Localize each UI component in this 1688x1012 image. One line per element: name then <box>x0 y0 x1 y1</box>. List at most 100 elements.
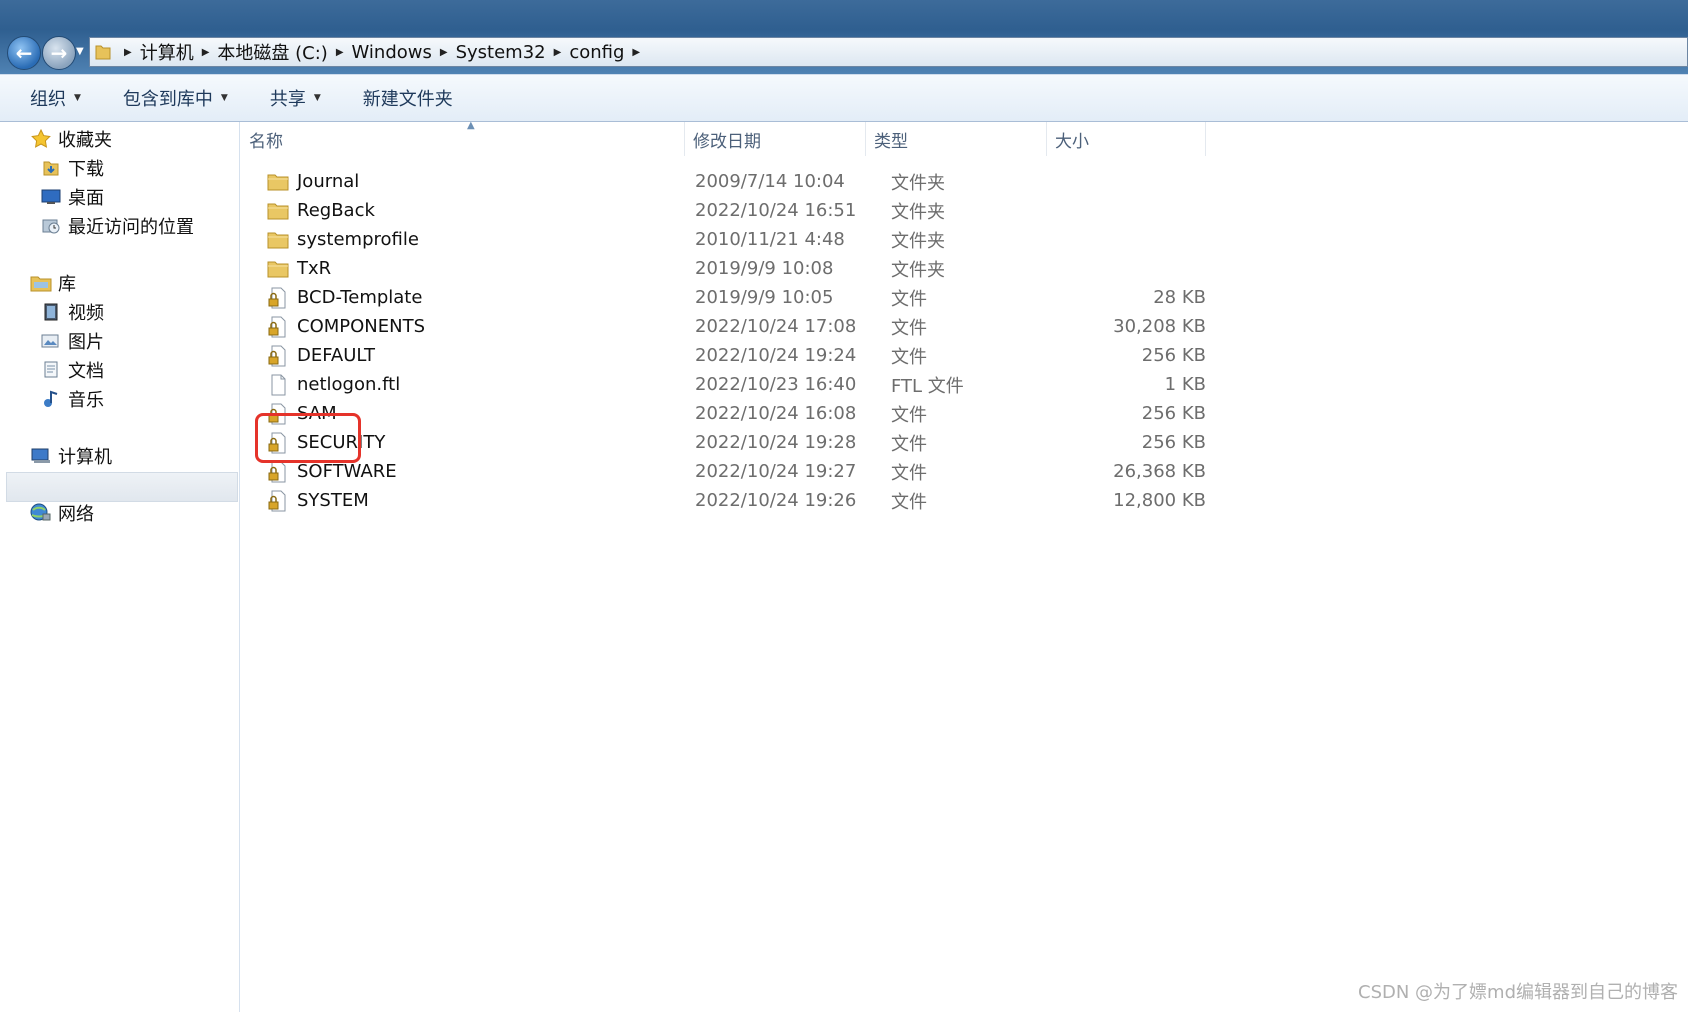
file-name: systemprofile <box>297 229 419 250</box>
nav-documents-label: 文档 <box>68 361 104 382</box>
file-date-modified: 2019/9/9 10:05 <box>695 287 834 308</box>
file-name-cell[interactable]: TxR <box>267 258 331 280</box>
network-icon <box>30 503 52 523</box>
new-folder-button[interactable]: 新建文件夹 <box>363 85 453 111</box>
nav-videos[interactable]: 视频 <box>40 299 104 325</box>
breadcrumb-local-disk[interactable]: 本地磁盘 (C:) <box>217 39 327 65</box>
file-name-cell[interactable]: SECURITY <box>267 432 385 454</box>
file-size: 12,800 KB <box>1113 490 1206 511</box>
breadcrumb-config[interactable]: config <box>569 42 624 63</box>
address-bar[interactable]: ▶ 计算机 ▶ 本地磁盘 (C:) ▶ Windows ▶ System32 ▶… <box>89 37 1688 67</box>
file-row[interactable]: RegBack 2022/10/24 16:51 文件夹 <box>241 195 1206 226</box>
organize-button[interactable]: 组织 ▼ <box>30 85 81 111</box>
file-date-modified: 2022/10/24 19:27 <box>695 461 857 482</box>
nav-downloads-label: 下载 <box>68 159 104 180</box>
nav-downloads[interactable]: 下载 <box>40 155 104 181</box>
file-name-cell[interactable]: COMPONENTS <box>267 316 425 338</box>
nav-network[interactable]: 网络 <box>30 500 94 526</box>
forward-button[interactable]: → <box>42 36 76 70</box>
breadcrumb-system32[interactable]: System32 <box>456 42 546 63</box>
downloads-folder-icon <box>40 158 62 178</box>
breadcrumb-separator-icon[interactable]: ▶ <box>632 47 640 58</box>
column-header-date-label: 修改日期 <box>693 131 761 152</box>
breadcrumb-separator-icon[interactable]: ▶ <box>124 47 132 58</box>
nav-videos-label: 视频 <box>68 303 104 324</box>
locked-file-icon <box>267 490 289 512</box>
column-header-name[interactable]: 名称 <box>241 122 685 156</box>
column-header-name-label: 名称 <box>249 131 283 152</box>
back-button[interactable]: ← <box>7 36 41 70</box>
file-row[interactable]: SAM 2022/10/24 16:08 文件 256 KB <box>241 398 1206 429</box>
chevron-down-icon: ▼ <box>74 93 81 103</box>
folder-icon <box>267 171 289 193</box>
file-name: netlogon.ftl <box>297 374 401 395</box>
nav-documents[interactable]: 文档 <box>40 357 104 383</box>
file-row[interactable]: COMPONENTS 2022/10/24 17:08 文件 30,208 KB <box>241 311 1206 342</box>
file-date-modified: 2022/10/24 16:08 <box>695 403 857 424</box>
file-name-cell[interactable]: SOFTWARE <box>267 461 397 483</box>
nav-libraries-label: 库 <box>58 274 76 295</box>
include-in-library-button[interactable]: 包含到库中 ▼ <box>123 85 228 111</box>
file-row[interactable]: SECURITY 2022/10/24 19:28 文件 256 KB <box>241 427 1206 458</box>
file-name-cell[interactable]: SYSTEM <box>267 490 369 512</box>
file-name-cell[interactable]: systemprofile <box>267 229 419 251</box>
nav-pictures[interactable]: 图片 <box>40 328 104 354</box>
breadcrumb-separator-icon[interactable]: ▶ <box>554 47 562 58</box>
chevron-down-icon: ▼ <box>220 93 228 103</box>
recent-pages-dropdown-icon[interactable]: ▼ <box>76 46 84 57</box>
breadcrumb-separator-icon[interactable]: ▶ <box>440 47 448 58</box>
nav-recent-places[interactable]: 最近访问的位置 <box>40 213 194 239</box>
file-name-cell[interactable]: SAM <box>267 403 337 425</box>
file-date-modified: 2022/10/24 19:26 <box>695 490 857 511</box>
file-type: 文件夹 <box>891 259 945 281</box>
breadcrumb-separator-icon[interactable]: ▶ <box>336 47 344 58</box>
file-date-modified: 2009/7/14 10:04 <box>695 171 845 192</box>
file-date-modified: 2022/10/24 19:24 <box>695 345 857 366</box>
file-name-cell[interactable]: Journal <box>267 171 359 193</box>
organize-label: 组织 <box>30 89 66 110</box>
computer-icon <box>30 446 52 466</box>
column-header-size[interactable]: 大小 <box>1047 122 1206 156</box>
file-row[interactable]: SYSTEM 2022/10/24 19:26 文件 12,800 KB <box>241 485 1206 516</box>
file-name-cell[interactable]: netlogon.ftl <box>267 374 400 396</box>
file-row[interactable]: BCD-Template 2019/9/9 10:05 文件 28 KB <box>241 282 1206 313</box>
column-header-type-label: 类型 <box>874 131 908 152</box>
file-icon <box>267 374 289 396</box>
nav-music-label: 音乐 <box>68 390 104 411</box>
breadcrumb-windows[interactable]: Windows <box>352 42 432 63</box>
pictures-icon <box>40 331 62 351</box>
locked-file-icon <box>267 403 289 425</box>
file-date-modified: 2022/10/24 17:08 <box>695 316 857 337</box>
nav-music[interactable]: 音乐 <box>40 386 104 412</box>
file-name-cell[interactable]: BCD-Template <box>267 287 422 309</box>
file-name-cell[interactable]: DEFAULT <box>267 345 375 367</box>
share-button[interactable]: 共享 ▼ <box>270 85 321 111</box>
column-header-date-modified[interactable]: 修改日期 <box>685 122 866 156</box>
file-row[interactable]: Journal 2009/7/14 10:04 文件夹 <box>241 166 1206 197</box>
nav-computer-label: 计算机 <box>58 447 112 468</box>
breadcrumb-computer[interactable]: 计算机 <box>140 39 194 65</box>
nav-desktop[interactable]: 桌面 <box>40 184 104 210</box>
column-header-size-label: 大小 <box>1055 131 1089 152</box>
file-name: BCD-Template <box>297 287 423 308</box>
locked-file-icon <box>267 316 289 338</box>
file-name: DEFAULT <box>297 345 375 366</box>
file-row[interactable]: netlogon.ftl 2022/10/23 16:40 FTL 文件 1 KB <box>241 369 1206 400</box>
file-name: COMPONENTS <box>297 316 426 337</box>
navigation-pane: 收藏夹 下载 桌面 最近访问的位置 库 视频 图片 文档 音乐 计算机 网络 <box>0 122 240 1012</box>
nav-recent-places-label: 最近访问的位置 <box>68 217 194 238</box>
nav-computer[interactable]: 计算机 <box>30 443 112 469</box>
column-header-type[interactable]: 类型 <box>866 122 1047 156</box>
file-row[interactable]: TxR 2019/9/9 10:08 文件夹 <box>241 253 1206 284</box>
breadcrumb-separator-icon[interactable]: ▶ <box>202 47 210 58</box>
libraries-icon <box>30 273 52 293</box>
file-name-cell[interactable]: RegBack <box>267 200 375 222</box>
file-date-modified: 2010/11/21 4:48 <box>695 229 845 250</box>
file-row[interactable]: systemprofile 2010/11/21 4:48 文件夹 <box>241 224 1206 255</box>
file-list-pane: 名称 ▲ 修改日期 类型 大小 Journal 2009/7/14 10:04 文件… <box>241 120 1688 1012</box>
file-name: SOFTWARE <box>297 461 397 482</box>
file-row[interactable]: SOFTWARE 2022/10/24 19:27 文件 26,368 KB <box>241 456 1206 487</box>
nav-favorites[interactable]: 收藏夹 <box>30 126 112 152</box>
file-row[interactable]: DEFAULT 2022/10/24 19:24 文件 256 KB <box>241 340 1206 371</box>
nav-libraries[interactable]: 库 <box>30 270 76 296</box>
